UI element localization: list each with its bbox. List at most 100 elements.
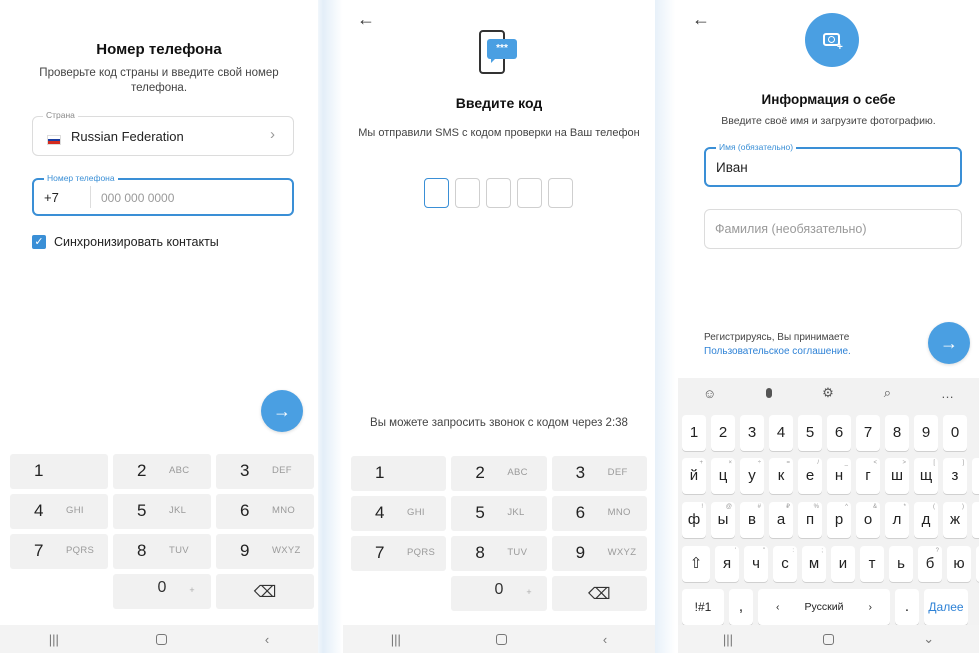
number-key[interactable]: 6 [827,415,851,451]
letter-key[interactable]: д( [914,502,938,538]
home-icon[interactable] [156,633,168,645]
code-digit-2[interactable] [455,178,480,208]
letter-key[interactable]: л * [885,502,909,538]
letter-key[interactable]: ш > [885,458,909,494]
backspace-key[interactable]: ⌫ [551,576,647,611]
letter-key[interactable]: ц × [711,458,735,494]
country-field[interactable]: Страна Russian Federation › [32,110,294,156]
letter-key[interactable]: р ^ [827,502,851,538]
letter-key[interactable]: т [860,546,884,582]
home-icon[interactable] [496,633,508,645]
numpad-key-4[interactable]: 4 GHI [10,494,108,529]
period-key[interactable]: . [895,589,919,625]
code-digit-4[interactable] [517,178,542,208]
numpad-key-5[interactable]: 5 JKL [113,494,211,529]
next-key[interactable]: Далее [924,589,968,625]
number-key[interactable]: 1 [682,415,706,451]
number-key[interactable]: 3 [740,415,764,451]
numpad-key-1[interactable]: 1 [351,456,447,491]
phone-field[interactable]: Номер телефона +7 000 000 0000 [32,173,294,216]
letter-key[interactable]: щ[ [914,458,938,494]
back-arrow-icon[interactable]: ← [692,10,710,28]
letter-key[interactable]: ж) [943,502,967,538]
numpad-key-5[interactable]: 5 JKL [451,496,547,531]
back-arrow-icon[interactable]: ← [357,10,375,28]
search-icon[interactable]: ⌕ [884,385,891,401]
last-name-field[interactable]: Фамилия (необязательно) [704,209,962,249]
letter-key[interactable]: ю [947,546,971,582]
letter-key[interactable]: б? [918,546,942,582]
numpad-key-1[interactable]: 1 [10,454,108,489]
numpad-key-0[interactable]: 0 + [113,574,211,609]
letter-key[interactable]: й + [682,458,706,494]
numpad-key-8[interactable]: 8 TUV [113,534,211,569]
letter-key[interactable]: х [972,458,979,494]
code-digit-5[interactable] [548,178,573,208]
number-key[interactable]: 0 [943,415,967,451]
terms-link[interactable]: Пользовательское соглашение. [704,346,851,357]
numpad-key-8[interactable]: 8 TUV [451,536,547,571]
hide-keyboard-icon[interactable]: ⌄ [923,631,934,647]
letter-key[interactable]: ч " [744,546,768,582]
next-button[interactable]: → [261,390,303,432]
letter-key[interactable]: ь [889,546,913,582]
letter-key[interactable]: и [831,546,855,582]
letter-key[interactable]: п% [798,502,822,538]
next-button[interactable]: → [928,322,970,364]
number-key[interactable]: 9 [914,415,938,451]
letter-key[interactable]: с: [773,546,797,582]
letter-key[interactable]: з] [943,458,967,494]
letter-key[interactable]: ф! [682,502,706,538]
settings-icon[interactable]: ⚙ [822,385,834,401]
back-nav-icon[interactable]: ‹ [265,632,269,647]
letter-key[interactable]: к = [769,458,793,494]
first-name-input[interactable]: Иван [716,160,748,175]
recent-apps-icon[interactable]: ||| [391,632,401,647]
code-digit-1[interactable] [424,178,449,208]
backspace-key[interactable]: ⌫ [216,574,314,609]
symbols-key[interactable]: !#1 [682,589,724,625]
numpad-key-4[interactable]: 4 GHI [351,496,447,531]
sync-contacts-checkbox[interactable]: ✓ [32,235,46,249]
first-name-field[interactable]: Имя (обязательно) Иван [704,142,962,187]
letter-key[interactable]: у ÷ [740,458,764,494]
number-key[interactable]: 2 [711,415,735,451]
recent-apps-icon[interactable]: ||| [49,632,59,647]
numpad-key-7[interactable]: 7 PQRS [10,534,108,569]
number-key[interactable]: 8 [885,415,909,451]
letter-key[interactable]: а ₽ [769,502,793,538]
recent-apps-icon[interactable]: ||| [723,632,733,647]
last-name-input[interactable]: Фамилия (необязательно) [715,222,867,236]
letter-key[interactable]: я ' [715,546,739,582]
comma-key[interactable]: , [729,589,753,625]
numpad-key-9[interactable]: 9 WXYZ [216,534,314,569]
space-key[interactable]: ‹ Русский › [758,589,890,625]
emoji-icon[interactable]: ☺ [703,386,716,401]
letter-key[interactable]: э- [972,502,979,538]
more-icon[interactable]: … [941,386,954,401]
back-nav-icon[interactable]: ‹ [603,632,607,647]
number-key[interactable]: 7 [856,415,880,451]
numpad-key-2[interactable]: 2 ABC [451,456,547,491]
numpad-key-3[interactable]: 3 DEF [551,456,647,491]
code-digit-3[interactable] [486,178,511,208]
letter-key[interactable]: о & [856,502,880,538]
add-photo-button[interactable]: + [805,13,859,67]
letter-key[interactable]: ы @ [711,502,735,538]
shift-key[interactable]: ⇧ [682,546,710,582]
numpad-key-9[interactable]: 9 WXYZ [551,536,647,571]
numpad-key-2[interactable]: 2 ABC [113,454,211,489]
letter-key[interactable]: е / [798,458,822,494]
home-icon[interactable] [822,633,834,645]
letter-key[interactable]: г < [856,458,880,494]
phone-input[interactable]: 000 000 0000 [101,191,174,205]
number-key[interactable]: 4 [769,415,793,451]
letter-key[interactable]: н _ [827,458,851,494]
numpad-key-6[interactable]: 6 MNO [551,496,647,531]
numpad-key-3[interactable]: 3 DEF [216,454,314,489]
microphone-icon[interactable] [766,388,773,398]
letter-key[interactable]: м; [802,546,826,582]
numpad-key-7[interactable]: 7 PQRS [351,536,447,571]
numpad-key-6[interactable]: 6 MNO [216,494,314,529]
number-key[interactable]: 5 [798,415,822,451]
